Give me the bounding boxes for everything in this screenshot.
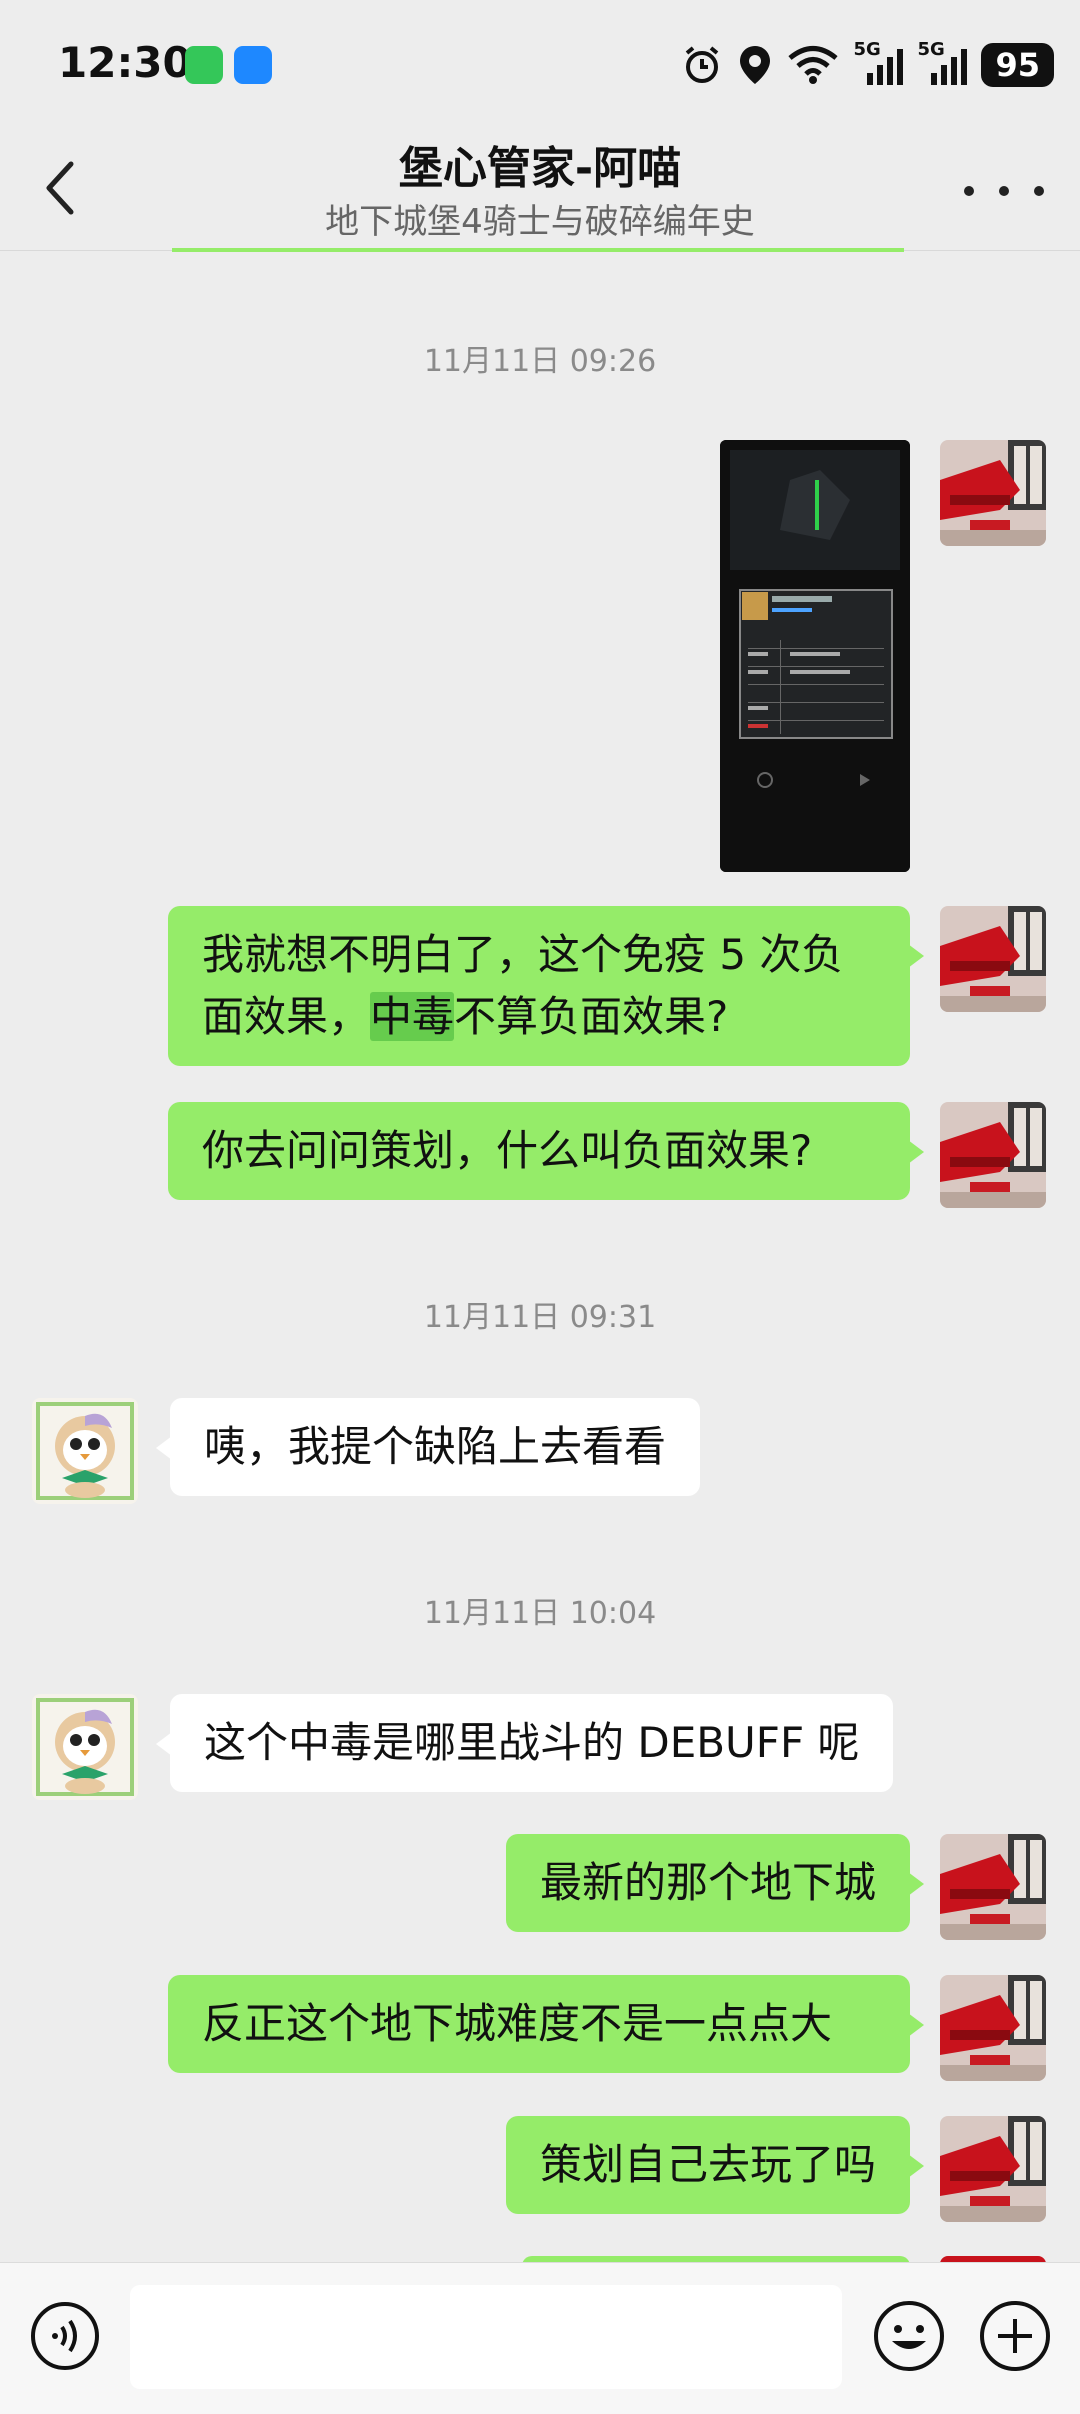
battery-indicator: 95	[981, 43, 1054, 87]
emoji-icon	[874, 2301, 944, 2371]
alarm-icon	[686, 46, 719, 83]
status-time: 12:30	[58, 38, 192, 87]
contact-avatar[interactable]	[32, 1398, 138, 1504]
emoji-button[interactable]	[872, 2299, 946, 2373]
message-bubble-contact[interactable]: 这个中毒是哪里战斗的 DEBUFF 呢	[155, 1694, 894, 1792]
more-icon	[964, 186, 974, 196]
highlighted-text: 中毒	[370, 992, 455, 1041]
message-bubble-self[interactable]: 策划自己去玩了吗	[505, 2116, 925, 2214]
location-icon	[740, 46, 771, 84]
signal-icon-2: 5G	[917, 39, 968, 87]
message-line: 面效果，中毒不算负面效果?	[202, 992, 729, 1041]
contact-avatar[interactable]	[32, 1694, 138, 1800]
message-line: 我就想不明白了，这个免疫 5 次负	[202, 930, 844, 979]
image-message[interactable]	[720, 440, 910, 872]
status-bar: 12:30 5G 5G 95	[0, 0, 1080, 128]
message-bubble-self[interactable]: 最新的那个地下城	[505, 1834, 925, 1932]
previous-bubble-edge	[172, 248, 904, 252]
timestamp: 11月11日 10:04	[423, 1596, 657, 1631]
status-icons: 5G 5G 95	[681, 39, 1054, 90]
voice-icon	[31, 2302, 99, 2370]
chat-header: 堡心管家-阿喵 地下城堡4骑士与破碎编年史	[0, 128, 1080, 251]
timestamp: 11月11日 09:26	[423, 344, 657, 379]
message-bubble-self[interactable]: 我就想不明白了，这个免疫 5 次负 面效果，中毒不算负面效果?	[168, 906, 924, 1066]
signal-icon-1: 5G	[853, 39, 904, 87]
message-bubble-self[interactable]: 你去问问策划，什么叫负面效果?	[168, 1102, 924, 1200]
chat-screen: 12:30 5G 5G 95 堡心管家-阿喵 地下城堡4骑士与破碎编年史 11月…	[0, 0, 1080, 2414]
self-avatar[interactable]	[940, 1834, 1046, 1940]
more-button[interactable]	[964, 176, 1044, 206]
chat-title: 堡心管家-阿喵	[398, 143, 682, 194]
self-avatar[interactable]	[940, 2116, 1046, 2222]
self-avatar[interactable]	[940, 440, 1046, 546]
self-avatar[interactable]	[940, 1975, 1046, 2081]
message-input[interactable]	[130, 2285, 842, 2389]
chat-subtitle: 地下城堡4骑士与破碎编年史	[325, 202, 755, 242]
app-notification-icon	[234, 46, 272, 84]
timestamp: 11月11日 09:31	[423, 1300, 657, 1335]
voice-button[interactable]	[30, 2301, 100, 2371]
message-bubble-self[interactable]: 反正这个地下城难度不是一点点大	[168, 1975, 924, 2073]
input-bar	[0, 2262, 1080, 2414]
wifi-icon	[788, 46, 839, 84]
plus-icon	[980, 2301, 1050, 2371]
self-avatar[interactable]	[940, 1102, 1046, 1208]
self-avatar[interactable]	[940, 906, 1046, 1012]
plus-button[interactable]	[978, 2299, 1052, 2373]
message-bubble-contact[interactable]: 咦，我提个缺陷上去看看	[155, 1398, 701, 1496]
message-notification-icon	[185, 46, 223, 84]
